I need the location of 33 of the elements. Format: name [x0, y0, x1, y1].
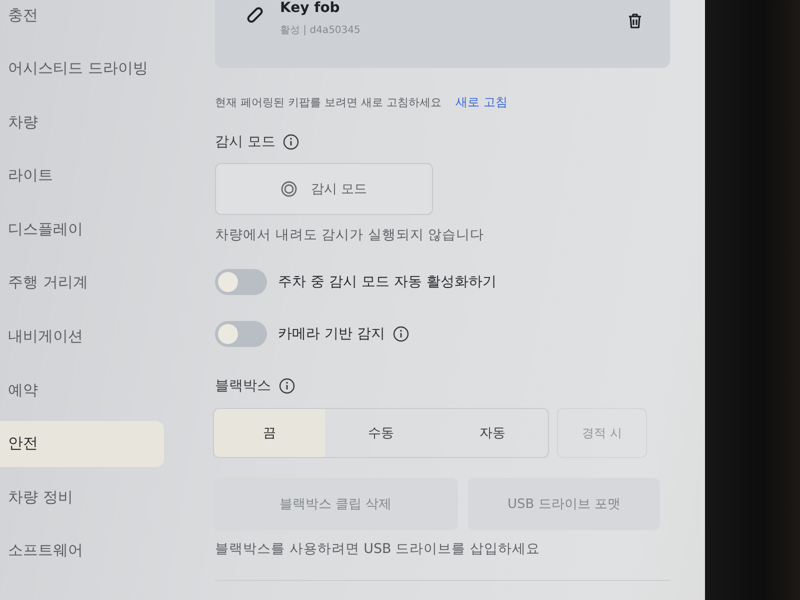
toggle-label: 카메라 기반 감지: [278, 325, 385, 343]
sidebar-item[interactable]: 충전: [0, 0, 164, 38]
sentry-note: 차량에서 내려도 감시가 실행되지 않습니다: [215, 226, 484, 244]
ring-icon: [280, 181, 297, 197]
segment-button[interactable]: 수동: [325, 409, 437, 457]
sidebar-item[interactable]: 차량: [0, 99, 164, 146]
trash-icon[interactable]: [628, 13, 642, 29]
key-fob-icon: [246, 6, 264, 24]
segment-button[interactable]: 끔: [214, 409, 326, 457]
info-icon[interactable]: [283, 134, 300, 150]
sidebar-item[interactable]: 안전: [0, 420, 164, 467]
info-icon[interactable]: [392, 326, 409, 342]
toggle-label: 주차 중 감시 모드 자동 활성화하기: [278, 273, 496, 291]
sidebar-item[interactable]: 디스플레이: [0, 206, 164, 252]
info-icon[interactable]: [279, 378, 295, 394]
key-status: 활성 | d4a50345: [280, 24, 360, 37]
sidebar-item[interactable]: 주행 거리계: [0, 260, 164, 306]
toggle-switch[interactable]: [215, 269, 267, 295]
sidebar-item[interactable]: 예약: [0, 367, 164, 414]
sidebar-item[interactable]: 소프트웨어: [0, 528, 164, 574]
section-title: 감시 모드: [215, 133, 276, 151]
key-name: Key fob: [280, 0, 341, 16]
sidebar-item[interactable]: 라이트: [0, 152, 164, 199]
section-title: 블랙박스: [215, 377, 271, 395]
sidebar-item[interactable]: 차량 정비: [0, 474, 164, 520]
toggle-switch[interactable]: [215, 321, 267, 347]
sentry-mode-button[interactable]: 감시 모드: [215, 163, 433, 215]
sidebar-item[interactable]: 내비게이션: [0, 314, 164, 360]
segment-button[interactable]: 자동: [436, 409, 548, 457]
refresh-hint: 현재 페어링된 키팝를 보려면 새로 고침하세요: [215, 94, 442, 110]
dashcam-note: 블랙박스를 사용하려면 USB 드라이브를 삽입하세요: [215, 540, 540, 558]
refresh-link[interactable]: 새로 고침: [455, 94, 508, 110]
sidebar-item[interactable]: 어시스티드 드라이빙: [0, 46, 164, 92]
